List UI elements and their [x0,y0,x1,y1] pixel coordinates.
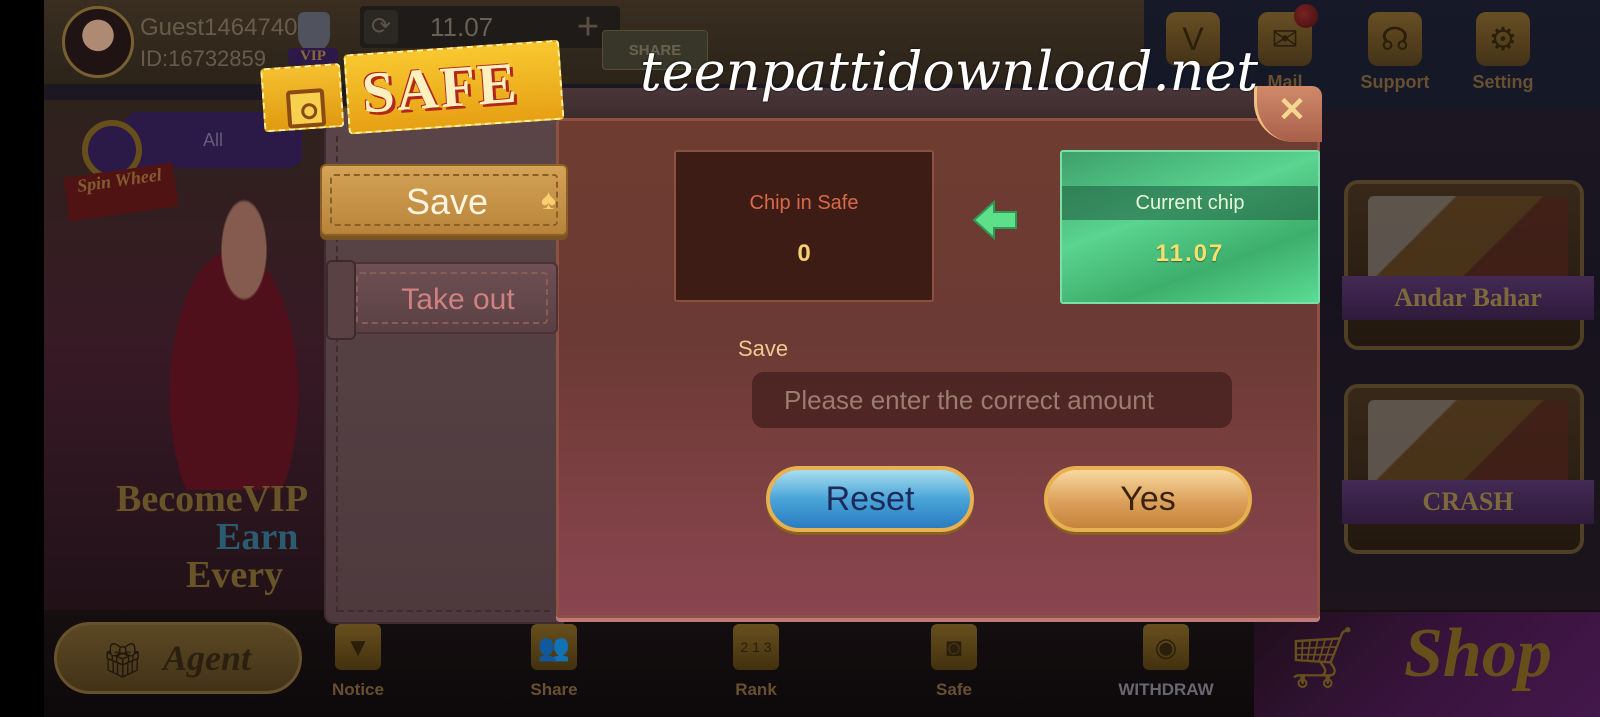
current-chip-box: Current chip 11.07 [1060,150,1320,304]
reset-button[interactable]: Reset [766,466,974,532]
dialog-title-text: SAFE [359,49,521,126]
stitch-decoration [338,610,550,612]
close-icon[interactable]: ✕ [1270,88,1314,132]
chip-in-safe-title: Chip in Safe [749,192,859,214]
chip-in-safe-value: 0 [797,240,811,267]
spade-icon: ♠ [541,184,556,215]
amount-input[interactable] [752,372,1232,428]
chip-in-safe-box: Chip in Safe 0 [674,150,934,302]
tab-save[interactable]: Save ♠ [320,164,568,236]
watermark-text: teenpattidownload.net [640,40,1259,103]
current-chip-title: Current chip [1135,192,1245,214]
tab-take-out-label: Take out [401,283,515,316]
safe-title-plate [260,62,345,133]
game-lobby-screen: Guest14647402 ID:16732859 VIP ⟳ 11.07 + … [44,0,1600,717]
current-chip-value: 11.07 [1155,240,1225,267]
yes-button[interactable]: Yes [1044,466,1252,532]
tab-take-out[interactable]: Take out [326,260,558,340]
tab-save-label: Save [406,181,489,222]
amount-label: Save [738,336,789,361]
safe-icon [285,88,327,129]
arrow-left-icon [972,200,1017,240]
